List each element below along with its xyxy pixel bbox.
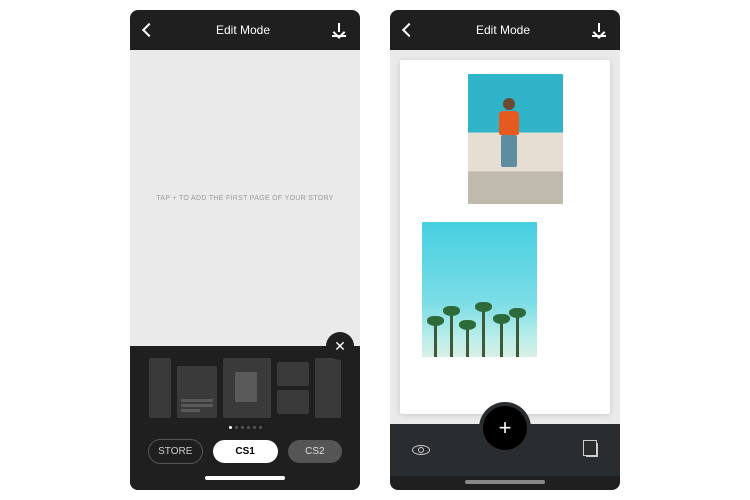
tab-cs2[interactable]: CS2 <box>288 440 342 463</box>
template-thumb[interactable] <box>315 358 341 418</box>
template-thumb[interactable] <box>177 366 217 418</box>
close-icon: ✕ <box>334 339 346 353</box>
page-dots <box>138 426 352 429</box>
download-icon <box>332 23 346 37</box>
eye-icon <box>412 445 430 455</box>
home-indicator <box>465 480 545 484</box>
person-illustration <box>496 98 522 168</box>
category-tabs: STORE CS1 CS2 <box>138 433 352 472</box>
story-page[interactable] <box>400 60 610 414</box>
duplicate-button[interactable] <box>586 443 598 457</box>
tab-cs1[interactable]: CS1 <box>213 440 278 463</box>
phone-right: Edit Mode + <box>390 10 620 490</box>
template-thumb[interactable] <box>149 358 171 418</box>
photo-slot-bottom[interactable] <box>422 222 537 357</box>
back-button[interactable] <box>144 25 154 35</box>
header-title: Edit Mode <box>414 23 592 37</box>
template-drawer: ✕ STORE CS1 CS2 <box>130 346 360 490</box>
header: Edit Mode <box>390 10 620 50</box>
download-button[interactable] <box>332 23 346 37</box>
download-button[interactable] <box>592 23 606 37</box>
back-button[interactable] <box>404 25 414 35</box>
template-list <box>138 358 352 418</box>
home-indicator <box>205 476 285 480</box>
photo-slot-top[interactable] <box>468 74 563 204</box>
bottom-toolbar: + <box>390 424 620 476</box>
add-page-button[interactable]: + <box>483 406 527 450</box>
copy-icon <box>586 443 598 457</box>
drawer-close-button[interactable]: ✕ <box>326 332 354 360</box>
empty-hint: TAP + TO ADD THE FIRST PAGE OF YOUR STOR… <box>156 195 333 202</box>
canvas[interactable] <box>390 50 620 424</box>
preview-button[interactable] <box>412 445 430 455</box>
tab-store[interactable]: STORE <box>148 439 203 464</box>
plus-icon: + <box>499 415 512 441</box>
template-thumb[interactable] <box>277 358 309 418</box>
header-title: Edit Mode <box>154 23 332 37</box>
template-thumb[interactable] <box>223 358 271 418</box>
phone-left: Edit Mode TAP + TO ADD THE FIRST PAGE OF… <box>130 10 360 490</box>
canvas-empty[interactable]: TAP + TO ADD THE FIRST PAGE OF YOUR STOR… <box>130 50 360 346</box>
download-icon <box>592 23 606 37</box>
header: Edit Mode <box>130 10 360 50</box>
